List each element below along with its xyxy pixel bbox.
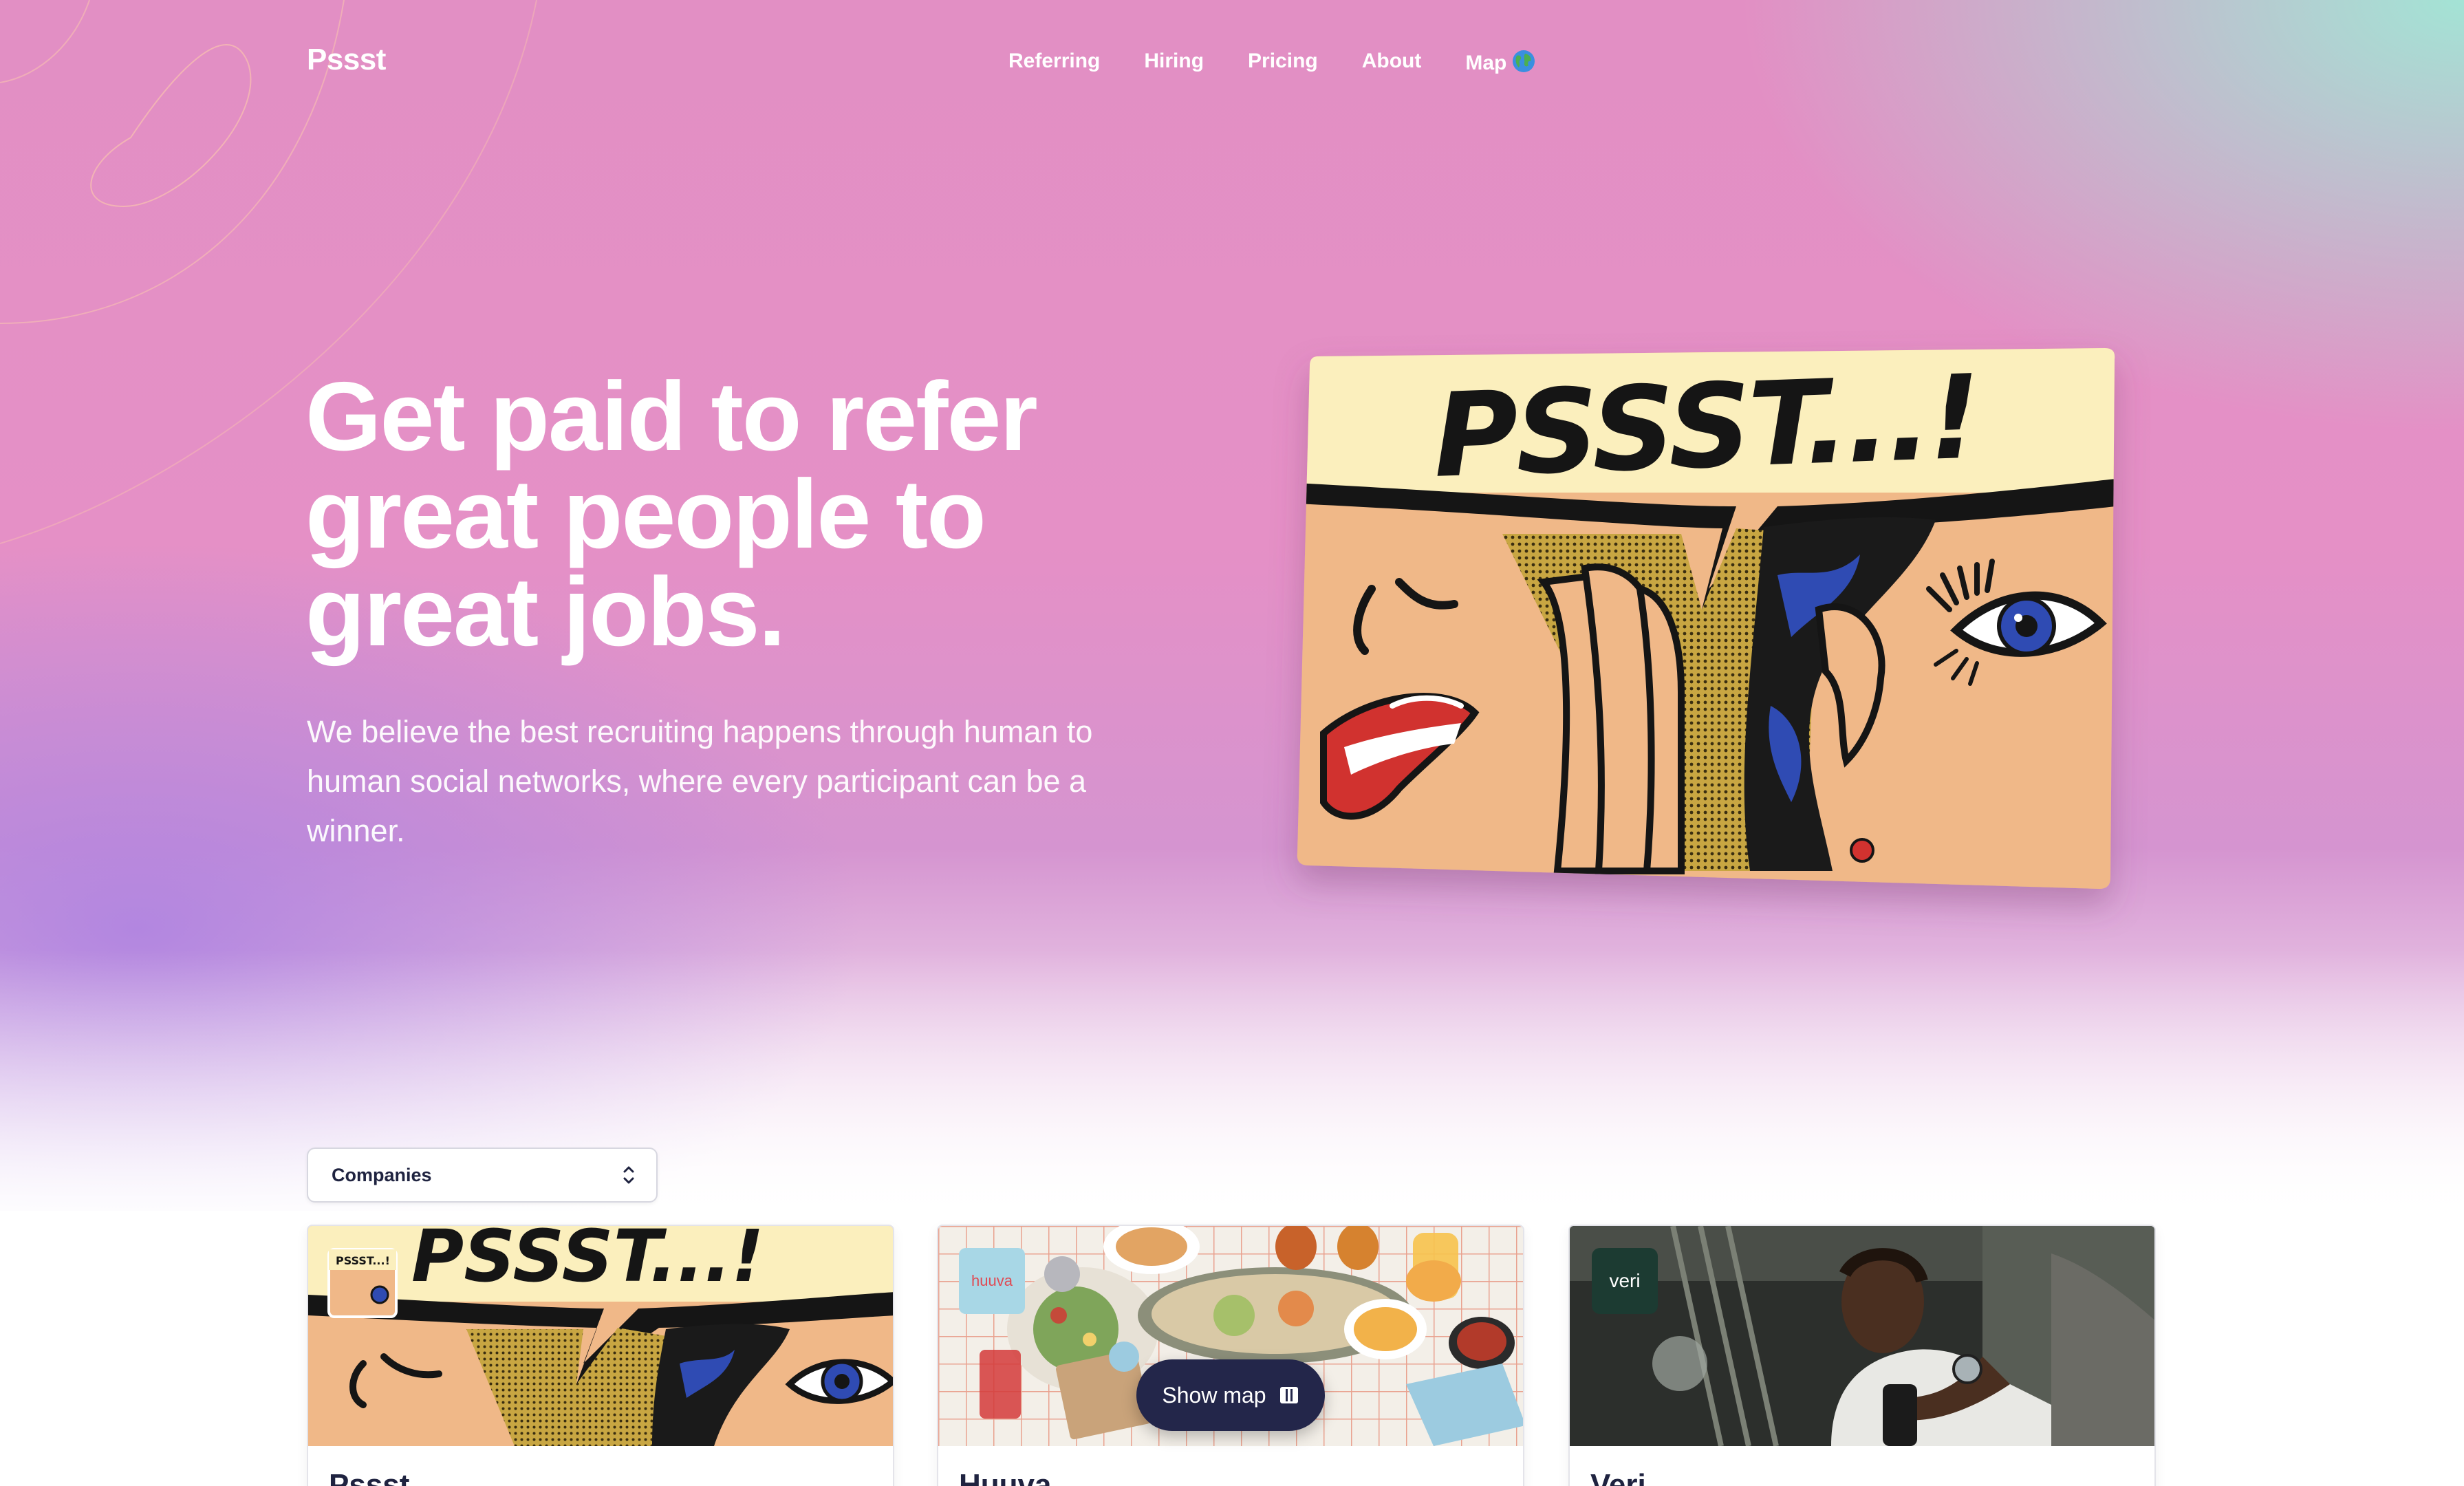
nav-link-map-label: Map [1465,52,1507,74]
globe-icon [1513,50,1535,72]
nav-link-referring[interactable]: Referring [1008,50,1100,75]
card-comic-text: PSSST...! [411,1226,764,1298]
company-card-pssst[interactable]: PSSST...! PSSST...! Pssst [307,1225,894,1486]
comic-speech-text: PSSST...! [1431,349,1981,504]
hero-comic-image: PSSST...! [1296,348,2116,889]
company-card-image: veri [1570,1226,2154,1446]
company-card-title: Huuva [959,1468,1052,1486]
veri-logo-badge: veri [1592,1248,1658,1314]
headline-line-2: great people to [305,460,986,569]
hero-headline: Get paid to refer great people to great … [305,368,1200,661]
nav-link-map[interactable]: Map [1465,50,1535,75]
company-card-title: Pssst [329,1468,410,1486]
huuva-logo-badge: huuva [959,1248,1025,1314]
company-card-image: PSSST...! PSSST...! [308,1226,893,1446]
nav-link-hiring[interactable]: Hiring [1144,50,1204,75]
companies-select[interactable]: Companies [307,1148,658,1203]
chevron-up-down-icon [623,1166,634,1184]
show-map-button[interactable]: Show map [1136,1359,1325,1431]
companies-select-value: Companies [332,1164,432,1185]
map-icon [1279,1387,1298,1403]
hero-subhead: We believe the best recruiting happens t… [307,714,1093,848]
site-logo[interactable]: Pssst [307,43,386,77]
company-card-veri[interactable]: veri Veri [1568,1225,2156,1486]
card-logo-text: PSSST...! [336,1254,390,1267]
show-map-label: Show map [1162,1382,1266,1408]
company-card-title: Veri [1590,1468,1646,1486]
comic-illustration: PSSST...! [1297,348,2115,889]
company-card-huuva[interactable]: huuva Huuva [937,1225,1524,1486]
headline-line-3: great jobs. [305,557,786,667]
nav-link-pricing[interactable]: Pricing [1248,50,1318,75]
headline-line-1: Get paid to refer [305,362,1038,471]
nav-link-about[interactable]: About [1362,50,1422,75]
main-nav: Referring Hiring Pricing About Map [1008,50,1535,75]
